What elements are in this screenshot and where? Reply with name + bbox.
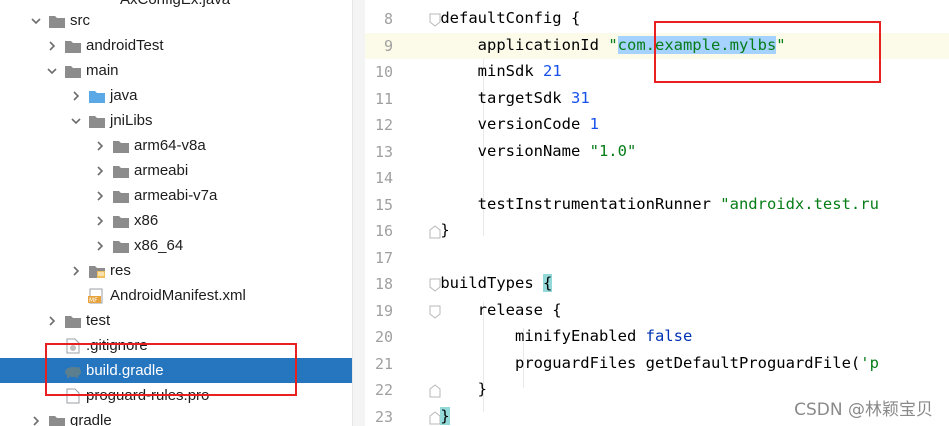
chevron-right-icon[interactable] — [92, 163, 108, 179]
folder-res-icon — [88, 263, 106, 279]
folder-icon — [112, 213, 130, 229]
code-line[interactable]: minifyEnabled false — [403, 327, 692, 345]
tree-item-x86[interactable]: x86 — [0, 208, 352, 233]
line-number: 22 — [374, 381, 393, 399]
tree-item-src[interactable]: src — [0, 8, 352, 33]
line-number: 14 — [374, 169, 393, 187]
tree-item-label: armeabi-v7a — [134, 187, 218, 204]
tree-item-gradle[interactable]: gradle — [0, 408, 352, 426]
tree-item-res[interactable]: res — [0, 258, 352, 283]
line-number: 16 — [374, 222, 393, 240]
tree-item-x86-64[interactable]: x86_64 — [0, 233, 352, 258]
tree-item-jnilibs[interactable]: jniLibs — [0, 108, 352, 133]
chevron-down-icon[interactable] — [68, 113, 84, 129]
tree-item-label: gradle — [70, 412, 112, 426]
tree-item-label: arm64-v8a — [134, 137, 206, 154]
tree-item-test[interactable]: test — [0, 308, 352, 333]
folder-icon — [64, 38, 82, 54]
code-line[interactable]: versionName "1.0" — [403, 142, 637, 160]
chevron-right-icon[interactable] — [68, 88, 84, 104]
tree-item-java[interactable]: java — [0, 83, 352, 108]
chevron-right-icon[interactable] — [44, 313, 60, 329]
tree-item-label: main — [86, 62, 119, 79]
chevron-right-icon[interactable] — [28, 413, 44, 426]
line-number: 18 — [374, 275, 393, 293]
tree-item-arm64-v8a[interactable]: arm64-v8a — [0, 133, 352, 158]
chevron-right-icon[interactable] — [68, 263, 84, 279]
tree-item-label: androidTest — [86, 37, 164, 54]
tree-item-armeabi-v7a[interactable]: armeabi-v7a — [0, 183, 352, 208]
code-line[interactable]: defaultConfig { — [403, 9, 580, 27]
code-line[interactable]: buildTypes { — [403, 274, 553, 292]
tree-item-label: armeabi — [134, 162, 189, 179]
watermark: CSDN @林颖宝贝 — [794, 400, 933, 420]
line-number: 17 — [374, 248, 393, 267]
chevron-down-icon[interactable] — [44, 63, 60, 79]
code-line[interactable]: } — [403, 380, 487, 398]
folder-blue-icon — [88, 88, 106, 104]
svg-text:MF: MF — [89, 297, 98, 304]
chevron-right-icon[interactable] — [44, 38, 60, 54]
folder-icon — [48, 13, 66, 29]
folder-icon — [112, 188, 130, 204]
line-number: 23 — [374, 407, 393, 426]
folder-icon — [88, 113, 106, 129]
code-line[interactable]: versionCode 1 — [403, 115, 599, 133]
folder-icon — [48, 413, 66, 426]
code-line[interactable]: } — [403, 406, 450, 425]
tree-item-androidtest[interactable]: androidTest — [0, 33, 352, 58]
line-number: 9 — [383, 36, 393, 55]
line-number: 13 — [374, 142, 393, 161]
annotation-box-build-gradle — [45, 343, 297, 396]
tree-item-armeabi[interactable]: armeabi — [0, 158, 352, 183]
tree-item-label: x86_64 — [134, 237, 184, 254]
code-line[interactable]: proguardFiles getDefaultProguardFile('p — [403, 354, 879, 372]
tree-item-main[interactable]: main — [0, 58, 352, 83]
code-line[interactable]: targetSdk 31 — [403, 89, 590, 107]
code-line[interactable]: release { — [403, 301, 562, 319]
folder-icon — [112, 238, 130, 254]
chevron-down-icon[interactable] — [28, 13, 44, 29]
tree-item-label: res — [110, 262, 131, 279]
tool-window-edge — [353, 0, 365, 426]
chevron-right-icon[interactable] — [92, 188, 108, 204]
line-number: 15 — [374, 195, 393, 214]
annotation-box-application-id — [654, 21, 881, 83]
tree-item-label: src — [70, 12, 90, 29]
chevron-right-icon[interactable] — [92, 138, 108, 154]
tree-item-label: x86 — [134, 212, 159, 229]
line-number: 8 — [383, 10, 393, 28]
folder-icon — [64, 313, 82, 329]
code-line[interactable]: minSdk 21 — [403, 62, 562, 80]
folder-icon — [64, 63, 82, 79]
tree-item-label: test — [86, 312, 111, 329]
tree-item-label: AndroidManifest.xml — [110, 287, 246, 304]
line-number: 21 — [374, 354, 393, 373]
code-line[interactable]: testInstrumentationRunner "androidx.test… — [403, 195, 879, 213]
line-number: 11 — [374, 89, 393, 108]
manifest-icon: MF — [88, 288, 106, 304]
line-number: 10 — [374, 63, 393, 81]
line-number: 20 — [374, 328, 393, 346]
line-number: 12 — [374, 116, 393, 134]
tree-item-label: java — [110, 87, 138, 104]
code-line[interactable]: } — [403, 221, 449, 239]
folder-icon — [112, 163, 130, 179]
chevron-right-icon[interactable] — [92, 213, 108, 229]
tree-item-label: jniLibs — [110, 112, 153, 129]
chevron-right-icon[interactable] — [92, 238, 108, 254]
line-number: 19 — [374, 301, 393, 320]
tree-item-partial-file[interactable]: AxConfigEx.java — [120, 0, 230, 8]
tree-item-androidmanifest-xml[interactable]: MF AndroidManifest.xml — [0, 283, 352, 308]
folder-icon — [112, 138, 130, 154]
